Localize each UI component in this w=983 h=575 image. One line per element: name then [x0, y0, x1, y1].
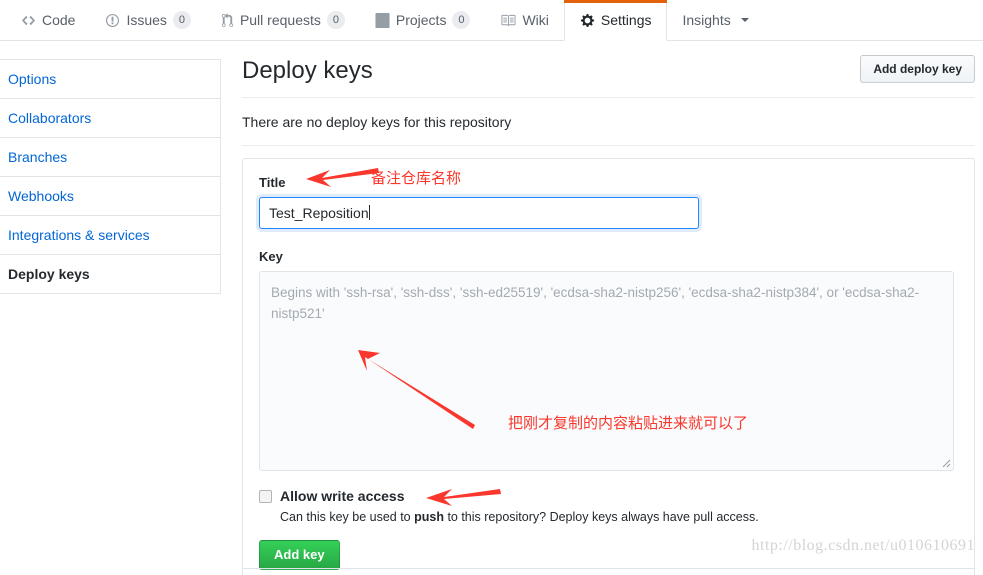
sidebar-item-deploy-keys[interactable]: Deploy keys: [0, 255, 220, 293]
chevron-down-icon: [740, 18, 749, 22]
nav-tab-projects-label: Projects: [395, 12, 447, 28]
sidebar-item-options[interactable]: Options: [0, 60, 220, 99]
nav-tab-pull-requests-label: Pull requests: [239, 12, 321, 28]
nav-tab-insights[interactable]: Insights: [667, 0, 763, 40]
nav-tab-issues-label: Issues: [126, 12, 167, 28]
sidebar-item-collaborators[interactable]: Collaborators: [0, 99, 220, 138]
repo-nav: Code Issues 0 Pull requests 0 Projects 0: [0, 0, 983, 41]
settings-sidebar: Options Collaborators Branches Webhooks …: [0, 59, 221, 294]
nav-tab-wiki-label: Wiki: [522, 12, 549, 28]
add-deploy-key-button[interactable]: Add deploy key: [860, 55, 975, 83]
title-input[interactable]: Test_Reposition: [259, 197, 699, 229]
help-text-bold: push: [414, 510, 444, 524]
issue-opened-icon: [105, 13, 120, 28]
page-title: Deploy keys: [242, 57, 373, 84]
resize-handle-icon[interactable]: [939, 456, 951, 468]
nav-tab-code-label: Code: [42, 12, 76, 28]
title-annotation-text: 备注仓库名称: [371, 169, 462, 187]
gear-icon: [580, 13, 595, 28]
main-content: Deploy keys Add deploy key There are no …: [242, 55, 975, 575]
allow-write-access-label[interactable]: Allow write access: [280, 488, 405, 504]
nav-tab-projects-counter: 0: [452, 11, 471, 29]
empty-state-message: There are no deploy keys for this reposi…: [242, 98, 975, 146]
project-icon: [375, 12, 390, 28]
help-text-after: to this repository? Deploy keys always h…: [443, 510, 759, 524]
allow-write-access-row: Allow write access: [259, 488, 958, 504]
nav-tab-issues-counter: 0: [172, 11, 191, 29]
nav-tab-issues[interactable]: Issues 0: [90, 0, 205, 40]
nav-tab-pull-requests-counter: 0: [326, 11, 345, 29]
nav-tab-settings-label: Settings: [600, 12, 652, 28]
sidebar-item-branches[interactable]: Branches: [0, 138, 220, 177]
key-annotation-text: 把刚才复制的内容粘贴进来就可以了: [508, 414, 749, 432]
nav-tab-pull-requests[interactable]: Pull requests 0: [206, 0, 360, 40]
bottom-divider: [242, 568, 975, 569]
sidebar-item-integrations-services[interactable]: Integrations & services: [0, 216, 220, 255]
git-pull-request-icon: [221, 12, 234, 28]
nav-tab-projects[interactable]: Projects 0: [360, 0, 486, 40]
book-icon: [500, 13, 516, 28]
deploy-key-form: Title Test_Reposition Key Begins with 's…: [242, 158, 975, 575]
title-input-value: Test_Reposition: [269, 205, 369, 221]
key-textarea[interactable]: Begins with 'ssh-rsa', 'ssh-dss', 'ssh-e…: [259, 271, 954, 471]
page-header: Deploy keys Add deploy key: [242, 55, 975, 98]
allow-write-access-help: Can this key be used to push to this rep…: [280, 508, 958, 526]
sidebar-item-webhooks[interactable]: Webhooks: [0, 177, 220, 216]
code-icon: [21, 13, 36, 28]
key-textarea-placeholder: Begins with 'ssh-rsa', 'ssh-dss', 'ssh-e…: [271, 285, 920, 321]
key-field-label: Key: [259, 249, 283, 264]
allow-write-access-checkbox[interactable]: [259, 489, 272, 503]
nav-tab-settings[interactable]: Settings: [563, 0, 668, 41]
nav-tab-wiki[interactable]: Wiki: [485, 0, 563, 40]
github-deploy-keys-page: Code Issues 0 Pull requests 0 Projects 0: [0, 0, 983, 575]
add-key-button[interactable]: Add key: [259, 540, 340, 570]
nav-tab-code[interactable]: Code: [6, 0, 90, 40]
text-cursor: [368, 205, 370, 220]
nav-tab-insights-label: Insights: [682, 12, 731, 28]
help-text-before: Can this key be used to: [280, 510, 415, 524]
watermark: http://blog.csdn.net/u010610691: [751, 537, 975, 554]
title-field-label: Title: [259, 175, 286, 190]
